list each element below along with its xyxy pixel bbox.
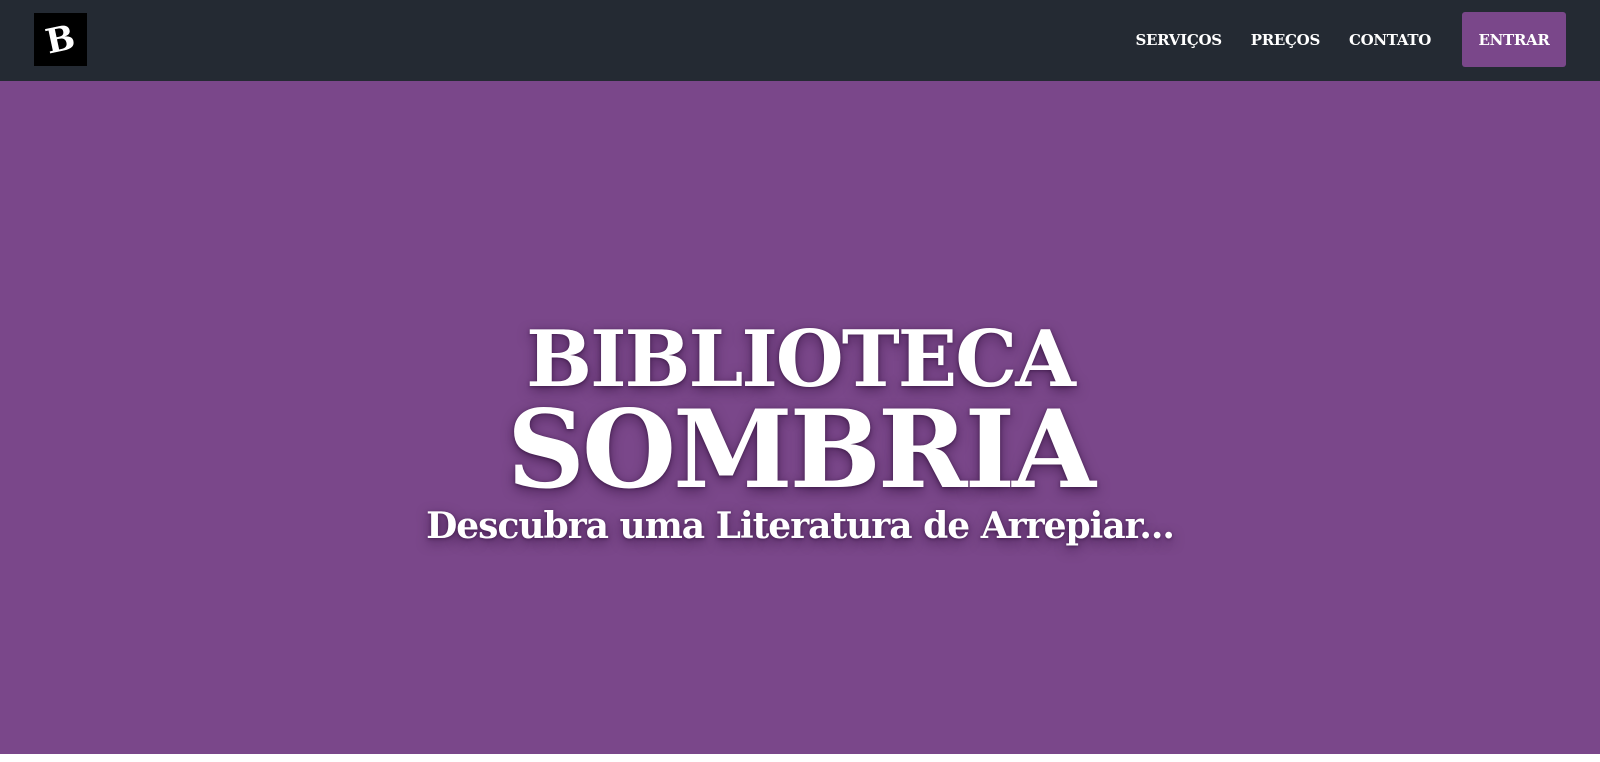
nav-link-contato[interactable]: CONTATO (1349, 31, 1431, 49)
hero-title-line2: SOMBRIA (507, 387, 1096, 513)
top-navbar: B SERVIÇOS PREÇOS CONTATO ENTRAR (0, 0, 1600, 81)
login-button[interactable]: ENTRAR (1462, 12, 1566, 67)
hero-section: BIBLIOTECA SOMBRIA Descubra uma Literatu… (0, 81, 1600, 754)
nav-link-servicos[interactable]: SERVIÇOS (1135, 31, 1222, 49)
nav-link-precos[interactable]: PREÇOS (1251, 31, 1321, 49)
logo[interactable]: B (34, 13, 87, 66)
logo-letter: B (42, 16, 79, 63)
hero-subtitle: Descubra uma Literatura de Arrepiar... (426, 505, 1175, 547)
nav-menu: SERVIÇOS PREÇOS CONTATO ENTRAR (1135, 12, 1566, 67)
